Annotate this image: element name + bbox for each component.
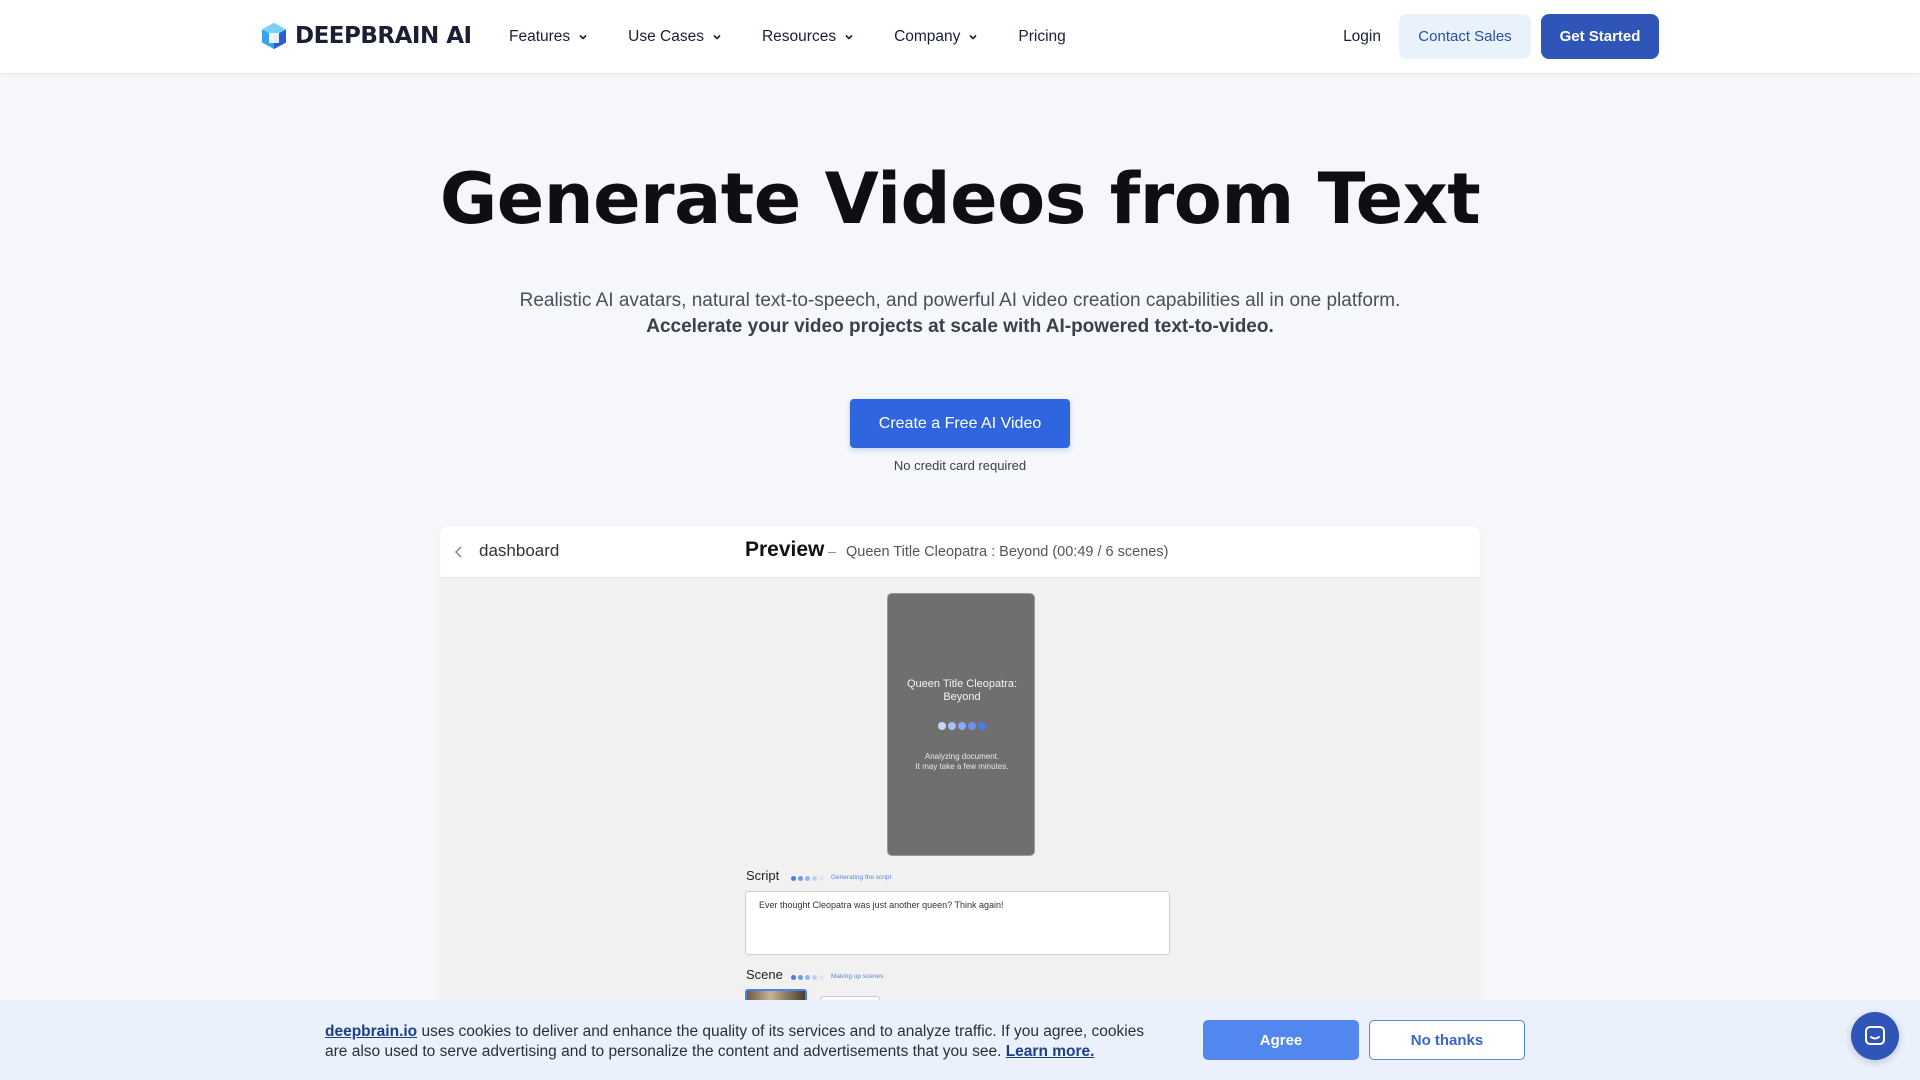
cookie-text: deepbrain.io uses cookies to deliver and… [325, 1022, 1165, 1062]
hero-subtitle: Realistic AI avatars, natural text-to-sp… [519, 290, 1401, 311]
nav-label: Use Cases [628, 28, 704, 45]
logo[interactable]: DEEPBRAIN AI [261, 22, 472, 50]
loading-dot [948, 722, 956, 730]
nav-resources[interactable]: Resources [762, 28, 854, 46]
preview-card: dashboard Preview – Queen Title Cleopatr… [440, 526, 1480, 1080]
chat-icon [1865, 1026, 1885, 1045]
get-started-button[interactable]: Get Started [1541, 14, 1659, 59]
script-textbox[interactable]: Ever thought Cleopatra was just another … [745, 891, 1170, 955]
script-label: Script [746, 868, 780, 883]
script-progress-dots [791, 876, 824, 881]
login-link[interactable]: Login [1339, 28, 1385, 46]
nav-pricing[interactable]: Pricing [1018, 28, 1065, 46]
progress-dot [819, 975, 824, 980]
script-text: Ever thought Cleopatra was just another … [759, 900, 1004, 910]
scene-progress-dots [791, 975, 824, 980]
deepbrain-logo-icon [262, 23, 286, 49]
chevron-left-icon[interactable] [453, 545, 465, 559]
hero-subtitle-bold: Accelerate your video projects at scale … [646, 316, 1274, 337]
video-preview: Queen Title Cleopatra: Beyond Analyzing … [887, 593, 1035, 856]
learn-more-link[interactable]: Learn more. [1006, 1043, 1095, 1060]
progress-dot [791, 876, 796, 881]
nav-company[interactable]: Company [894, 28, 978, 46]
preview-meta: Queen Title Cleopatra : Beyond (00:49 / … [846, 544, 1169, 560]
cta-note: No credit card required [893, 458, 1027, 473]
video-title: Queen Title Cleopatra: Beyond [906, 678, 1018, 703]
chevron-down-icon [845, 34, 853, 40]
scene-label: Scene [746, 967, 783, 982]
header-actions: Login Contact Sales Get Started [1339, 14, 1659, 59]
loading-dot [968, 722, 976, 730]
cookie-site-link[interactable]: deepbrain.io [325, 1023, 417, 1040]
progress-dot [805, 975, 810, 980]
progress-dot [812, 876, 817, 881]
progress-dot [819, 876, 824, 881]
chevron-down-icon [579, 34, 587, 40]
site-header: DEEPBRAIN AI Features Use Cases Resource… [0, 0, 1920, 74]
cookie-banner: deepbrain.io uses cookies to deliver and… [0, 1000, 1920, 1080]
nav-use-cases[interactable]: Use Cases [628, 28, 722, 46]
chat-launcher-button[interactable] [1851, 1012, 1899, 1060]
contact-sales-button[interactable]: Contact Sales [1399, 14, 1531, 59]
script-status: Generating the script [831, 874, 892, 881]
preview-title: Preview [745, 538, 825, 561]
chevron-down-icon [969, 34, 977, 40]
main-nav: Features Use Cases Resources Company Pri… [509, 0, 1106, 74]
loading-dot [938, 722, 946, 730]
video-note-line2: It may take a few minutes. [915, 762, 1009, 771]
chevron-down-icon [713, 34, 721, 40]
video-note-line1: Analyzing document. [924, 752, 1000, 761]
loading-dot [978, 722, 986, 730]
progress-dot [798, 975, 803, 980]
nav-label: Resources [761, 28, 837, 45]
loading-dots [938, 722, 986, 730]
no-thanks-button[interactable]: No thanks [1369, 1020, 1525, 1060]
dashboard-back-link[interactable]: dashboard [479, 541, 559, 561]
nav-features[interactable]: Features [509, 28, 588, 46]
preview-separator: – [828, 543, 836, 559]
agree-button[interactable]: Agree [1203, 1020, 1359, 1060]
progress-dot [805, 876, 810, 881]
loading-dot [958, 722, 966, 730]
preview-header: dashboard Preview – Queen Title Cleopatr… [440, 526, 1480, 578]
logo-text: DEEPBRAIN AI [295, 23, 472, 49]
nav-label: Pricing [1018, 28, 1066, 45]
hero-title: Generate Videos from Text [439, 158, 1481, 240]
scene-status: Making up scenes [831, 973, 884, 980]
nav-label: Company [894, 28, 961, 45]
progress-dot [791, 975, 796, 980]
nav-label: Features [509, 28, 571, 45]
create-free-video-button[interactable]: Create a Free AI Video [850, 399, 1070, 448]
progress-dot [812, 975, 817, 980]
progress-dot [798, 876, 803, 881]
video-note: Analyzing document. It may take a few mi… [888, 752, 1036, 772]
